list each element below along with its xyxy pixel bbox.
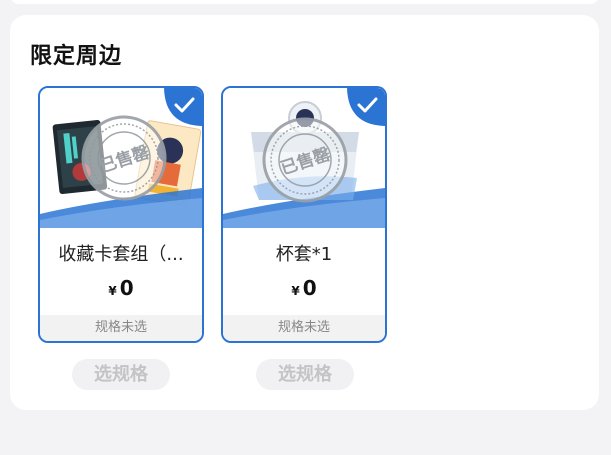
- currency-symbol: ¥: [108, 284, 117, 298]
- currency-symbol: ¥: [291, 284, 300, 298]
- product-price: ¥0: [40, 276, 202, 300]
- product-name: 收藏卡套组（...: [58, 244, 184, 265]
- product-name: 杯套*1: [275, 244, 333, 265]
- select-spec-button[interactable]: 选规格: [72, 359, 170, 390]
- spec-status: 规格未选: [40, 315, 202, 341]
- price-amount: 0: [119, 276, 134, 300]
- section-title: 限定周边: [30, 44, 123, 69]
- spec-status: 规格未选: [223, 315, 385, 341]
- previous-card: [10, 0, 599, 4]
- product-card-card-set[interactable]: 已售罄 收藏卡套组（... ¥0 规格未选: [38, 86, 204, 343]
- price-amount: 0: [302, 276, 317, 300]
- product-card-cup-sleeve[interactable]: 已售罄 杯套*1 ¥0 规格未选: [221, 86, 387, 343]
- select-spec-button[interactable]: 选规格: [256, 359, 354, 390]
- selected-check-icon[interactable]: [347, 86, 387, 126]
- selected-check-icon[interactable]: [164, 86, 204, 126]
- product-price: ¥0: [223, 276, 385, 300]
